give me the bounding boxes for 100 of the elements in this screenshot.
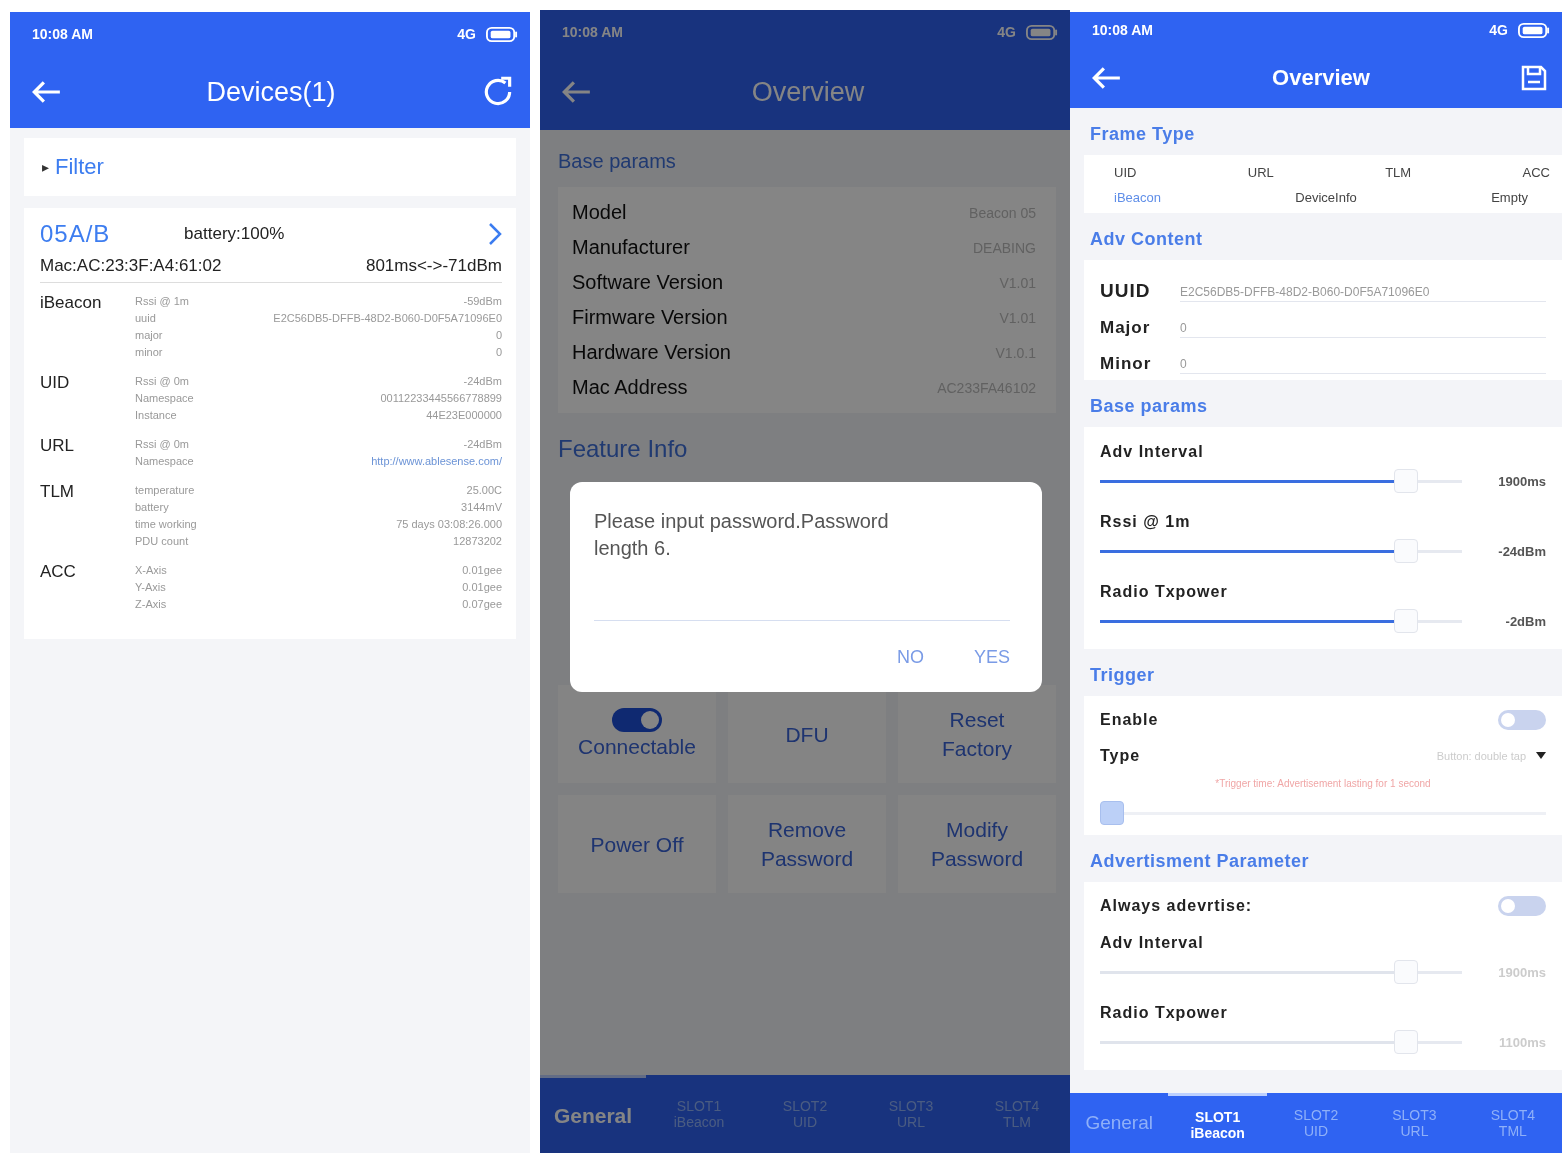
status-time: 10:08 AM bbox=[32, 26, 93, 42]
info-label: Software Version bbox=[572, 271, 724, 294]
field-value: 44E23E000000 bbox=[426, 408, 502, 423]
slot-tab[interactable]: SLOT1 iBeacon bbox=[1168, 1093, 1267, 1153]
field-key: time working bbox=[135, 516, 197, 533]
field-value: 0.01gee bbox=[462, 563, 502, 578]
device-name: 05A/B bbox=[40, 220, 111, 248]
slot-tab[interactable]: SLOT4 TML bbox=[1463, 1093, 1562, 1153]
info-label: Firmware Version bbox=[572, 306, 728, 329]
section-title: Frame Type bbox=[1089, 123, 1196, 146]
dialog-button[interactable]: YES bbox=[973, 643, 1010, 672]
network-label: 4G bbox=[1489, 22, 1508, 38]
frame-option[interactable]: TLM bbox=[1385, 165, 1412, 180]
field-key: Namespace bbox=[135, 390, 194, 407]
feature-tile[interactable]: Reset Factory bbox=[898, 685, 1056, 783]
chevron-right-icon[interactable] bbox=[488, 222, 502, 246]
slot-tab[interactable]: SLOT2 UID bbox=[1266, 1093, 1366, 1153]
section-title: Base params bbox=[558, 149, 677, 174]
frame-option[interactable]: DeviceInfo bbox=[1295, 190, 1357, 205]
frame-option[interactable]: ACC bbox=[1522, 165, 1550, 180]
signal-text: 801ms<->-71dBm bbox=[365, 256, 502, 276]
slot-tab[interactable]: General bbox=[540, 1075, 646, 1153]
caret-icon[interactable] bbox=[1536, 752, 1546, 760]
section-title: Base params bbox=[1089, 395, 1209, 418]
section-title: Adv Content bbox=[1089, 228, 1204, 251]
section-title: Feature Info bbox=[558, 434, 689, 463]
device-card[interactable] bbox=[24, 208, 516, 639]
field-label: Major bbox=[1100, 318, 1152, 338]
field-key: Rssi @ 0m bbox=[135, 373, 189, 390]
url-link[interactable]: http://www.ablesense.com/ bbox=[371, 453, 502, 470]
network-label: 4G bbox=[997, 24, 1016, 40]
feature-tile[interactable]: Remove Password bbox=[728, 795, 886, 893]
battery-icon bbox=[1518, 21, 1550, 39]
network-label: 4G bbox=[457, 26, 476, 42]
field-value: 0 bbox=[495, 345, 502, 360]
field-label: UUID bbox=[1100, 280, 1152, 302]
field-value: 00112233445566778899 bbox=[380, 391, 502, 406]
connectable-switch[interactable] bbox=[612, 707, 662, 732]
feature-tile[interactable]: Modify Password bbox=[898, 795, 1056, 893]
slider-reading: -24dBm bbox=[1497, 543, 1546, 559]
slider[interactable] bbox=[1100, 609, 1462, 633]
enable-switch[interactable] bbox=[1498, 710, 1546, 730]
field-key: Instance bbox=[135, 407, 177, 424]
field-key: uuid bbox=[135, 310, 156, 327]
frame-name: URL bbox=[40, 436, 75, 457]
slider-reading: 1900ms bbox=[1497, 473, 1546, 489]
field-value: -24dBm bbox=[463, 437, 502, 452]
slider-thumb[interactable] bbox=[1100, 801, 1124, 825]
frame-name: iBeacon bbox=[40, 293, 103, 314]
slider-label: Adv Interval bbox=[1100, 443, 1204, 460]
field-key: major bbox=[135, 327, 163, 344]
tile-label: Connectable bbox=[578, 733, 696, 760]
setting-label: Enable bbox=[1100, 711, 1159, 729]
field-key: Rssi @ 0m bbox=[135, 436, 189, 453]
battery-icon bbox=[486, 25, 518, 43]
slider-label: Radio Txpower bbox=[1100, 583, 1228, 600]
info-label: Hardware Version bbox=[572, 341, 731, 364]
field-value: E2C56DB5-DFFB-48D2-B060-D0F5A71096E0 bbox=[273, 311, 502, 326]
section-title: Trigger bbox=[1089, 664, 1156, 687]
slot-tab[interactable]: General bbox=[1070, 1093, 1169, 1153]
feature-tile[interactable]: Power Off bbox=[558, 795, 716, 893]
field-key: Rssi @ 1m bbox=[135, 293, 189, 310]
back-arrow-icon[interactable] bbox=[560, 79, 592, 105]
field-value: 75 days 03:08:26.000 bbox=[396, 517, 502, 532]
status-time: 10:08 AM bbox=[562, 24, 623, 40]
screen-title: Overview bbox=[751, 76, 865, 108]
slider[interactable] bbox=[1100, 539, 1462, 563]
save-icon[interactable] bbox=[1520, 64, 1548, 92]
field-key: battery bbox=[135, 499, 169, 516]
trigger-hint: *Trigger time: Advertisement lasting for 1 second bbox=[1214, 777, 1432, 791]
battery-icon bbox=[1026, 23, 1058, 41]
section-title: Advertisment Parameter bbox=[1089, 850, 1311, 873]
frame-name: ACC bbox=[40, 562, 77, 583]
frame-option[interactable]: UID bbox=[1114, 165, 1137, 180]
back-arrow-icon[interactable] bbox=[30, 79, 62, 105]
slider[interactable] bbox=[1100, 469, 1462, 493]
frame-option[interactable]: URL bbox=[1247, 165, 1274, 180]
field-value: -59dBm bbox=[463, 294, 502, 309]
frame-name: UID bbox=[40, 373, 71, 394]
frame-option[interactable]: Empty bbox=[1491, 190, 1528, 205]
field-key: temperature bbox=[135, 482, 195, 499]
screen-title: Devices(1) bbox=[206, 76, 336, 108]
battery-text: battery:100% bbox=[184, 224, 285, 244]
info-label: Model bbox=[572, 201, 627, 224]
mac-address: Mac:AC:23:3F:A4:61:02 bbox=[40, 256, 222, 276]
slider[interactable] bbox=[1100, 801, 1546, 825]
back-arrow-icon[interactable] bbox=[1090, 65, 1122, 91]
frame-option[interactable]: iBeacon bbox=[1114, 190, 1161, 205]
field-value: 0.01gee bbox=[462, 580, 502, 595]
screen-title: Overview bbox=[1272, 65, 1370, 91]
info-label: Mac Address bbox=[572, 376, 688, 399]
slot-tab[interactable]: SLOT3 URL bbox=[1365, 1093, 1464, 1153]
setting-label: Type bbox=[1100, 747, 1141, 765]
feature-tile[interactable]: Connectable bbox=[558, 685, 716, 783]
filter-toggle[interactable]: ▸ Filter bbox=[24, 138, 516, 196]
field-key: Namespace bbox=[135, 453, 194, 470]
field-key: PDU count bbox=[135, 533, 189, 550]
setting-label: Always adevrtise: bbox=[1100, 897, 1253, 915]
dialog-button[interactable]: NO bbox=[896, 643, 924, 672]
field-value: 12873202 bbox=[453, 534, 502, 549]
